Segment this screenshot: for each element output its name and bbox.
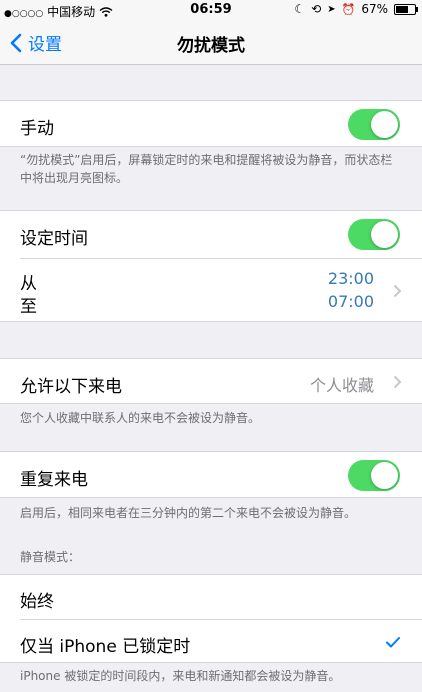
from-time: 23:00 [327,269,374,288]
chevron-right-icon [393,375,402,389]
scheduled-group: 设定时间 从 至 23:00 07:00 [0,210,422,322]
repeated-calls-note: 启用后，相同来电者在三分钟内的第二个来电不会被设为静音。 [20,506,357,520]
location-icon: ➤ [327,3,336,15]
page-title: 勿扰模式 [177,36,245,56]
battery-percent: 67% [361,2,388,16]
schedule-time-row[interactable]: 从 至 23:00 07:00 [0,259,422,323]
chevron-right-icon [393,284,402,298]
allow-calls-row[interactable]: 允许以下来电 个人收藏 [0,358,422,404]
repeated-calls-row: 重复来电 [0,451,422,498]
status-bar: ●○○○○ 中国移动 06:59 ☾ ⟲ ➤ ⏰ 67% [0,0,422,20]
alarm-icon: ⏰ [341,2,356,16]
silence-note: iPhone 被锁定的时间段内，来电和新通知都会被设为静音。 [20,669,341,683]
status-icons: ☾ ⟲ ➤ ⏰ 67% [294,2,418,16]
toggle-knob [371,221,398,248]
toggle-knob [371,462,398,489]
silence-header: 静音模式： [20,550,81,564]
repeated-calls-toggle[interactable] [348,460,400,491]
repeated-calls-label: 重复来电 [20,470,88,490]
manual-row: 手动 [0,100,422,147]
silence-option-locked[interactable]: 仅当 iPhone 已锁定时 [0,620,422,664]
navigation-bar: 设置 勿扰模式 [0,20,422,65]
allow-calls-value: 个人收藏 [309,376,374,395]
allow-calls-label: 允许以下来电 [20,377,122,397]
manual-label: 手动 [20,119,54,139]
scheduled-toggle[interactable] [348,219,400,250]
battery-icon [394,3,418,15]
silence-option-always[interactable]: 始终 [0,575,422,619]
moon-icon: ☾ [294,2,306,16]
from-label: 从 [20,274,37,294]
checkmark-icon [386,637,400,648]
manual-toggle[interactable] [348,109,400,140]
manual-note: “勿扰模式”启用后，屏幕锁定时的来电和提醒将被设为静音，而状态栏中将出现月亮图标… [20,153,393,185]
option-label: 始终 [20,592,54,612]
to-label: 至 [20,297,37,317]
battery-fill [396,5,408,13]
to-time: 07:00 [327,292,374,311]
toggle-knob [371,111,398,138]
allow-calls-note: 您个人收藏中联系人的来电不会被设为静音。 [20,411,261,425]
scheduled-label: 设定时间 [20,229,88,249]
silence-group: 始终 仅当 iPhone 已锁定时 [0,574,422,663]
lock-rotation-icon: ⟲ [311,2,322,16]
option-label: 仅当 iPhone 已锁定时 [20,637,191,657]
